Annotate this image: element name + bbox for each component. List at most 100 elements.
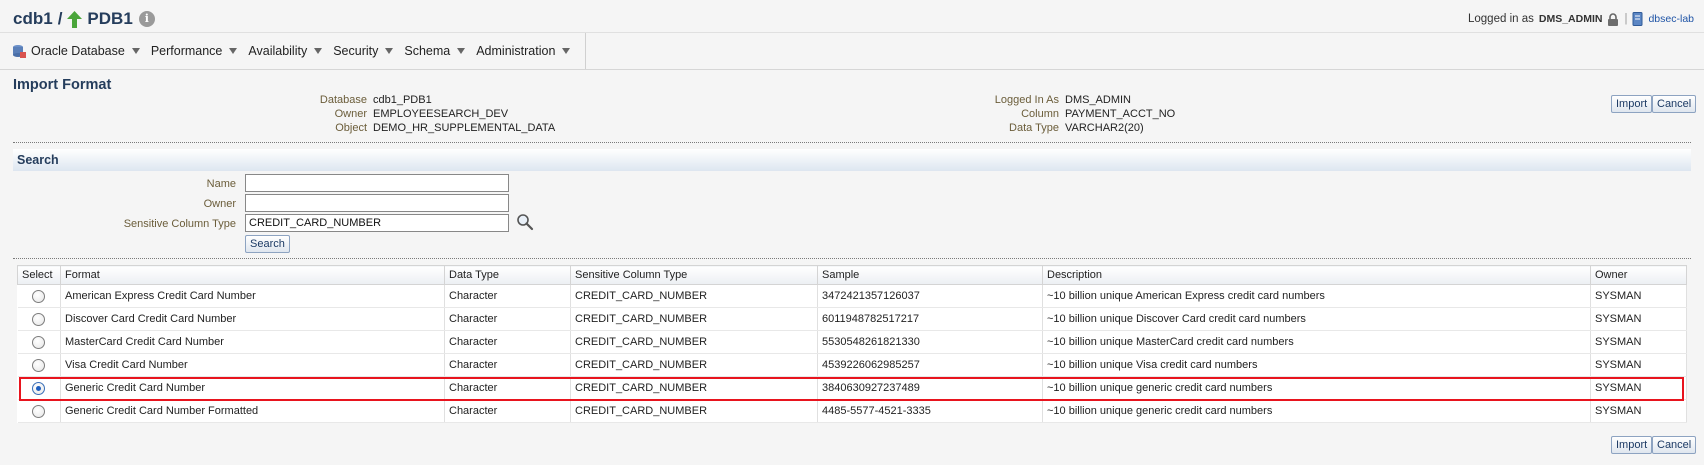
info-row: Column PAYMENT_ACCT_NO	[940, 108, 1175, 120]
menu-administration[interactable]: Administration	[476, 44, 571, 58]
cell-format: Generic Credit Card Number Formatted	[60, 399, 445, 423]
info-key: Database	[319, 94, 367, 106]
info-key: Object	[335, 122, 367, 134]
header-divider: |	[1624, 13, 1628, 25]
info-row: Data Type VARCHAR2(20)	[940, 122, 1144, 134]
column-header-select[interactable]: Select	[17, 265, 61, 285]
cell-data-type: Character	[444, 399, 571, 423]
database-icon	[12, 44, 27, 59]
select-cell	[17, 353, 61, 377]
table-row[interactable]: American Express Credit Card Number Chara…	[17, 284, 1687, 308]
menu-schema[interactable]: Schema	[404, 44, 466, 58]
select-radio[interactable]	[32, 381, 46, 395]
select-radio[interactable]	[32, 289, 46, 303]
menu-security[interactable]: Security	[333, 44, 394, 58]
info-key: Logged In As	[994, 94, 1059, 106]
section-divider	[13, 258, 1691, 259]
info-value: PAYMENT_ACCT_NO	[1065, 108, 1176, 120]
search-icon[interactable]	[516, 213, 534, 231]
cell-format: Discover Card Credit Card Number	[60, 307, 445, 331]
select-cell	[17, 284, 61, 308]
menu-availability[interactable]: Availability	[248, 44, 323, 58]
select-cell	[17, 330, 61, 354]
column-header-sample[interactable]: Sample	[817, 265, 1043, 285]
import-button[interactable]: Import	[1611, 95, 1653, 113]
cell-description: ~10 billion unique MasterCard credit car…	[1042, 330, 1591, 354]
cancel-button-bottom[interactable]: Cancel	[1652, 436, 1697, 454]
table-row[interactable]: Visa Credit Card Number Character CREDIT_C…	[17, 353, 1687, 377]
section-divider	[13, 142, 1691, 143]
menubar: Oracle Database Performance Availability Se…	[0, 32, 1704, 70]
info-row: Database cdb1_PDB1	[240, 94, 432, 106]
search-button[interactable]: Search	[245, 235, 290, 253]
cell-sample: 3840630927237489	[817, 376, 1043, 400]
info-key: Data Type	[1009, 122, 1059, 134]
column-header-data-type[interactable]: Data Type	[444, 265, 571, 285]
select-cell	[17, 376, 61, 400]
column-header-description[interactable]: Description	[1042, 265, 1591, 285]
host-link[interactable]: dbsec-lab	[1648, 13, 1694, 25]
chevron-down-icon	[457, 48, 466, 54]
cell-format: MasterCard Credit Card Number	[60, 330, 445, 354]
search-section-header: Search	[13, 149, 1691, 171]
cell-format: Visa Credit Card Number	[60, 353, 445, 377]
chevron-down-icon	[562, 48, 571, 54]
column-header-format[interactable]: Format	[60, 265, 445, 285]
cell-owner: SYSMAN	[1590, 307, 1687, 331]
cell-owner: SYSMAN	[1590, 376, 1687, 400]
cell-owner: SYSMAN	[1590, 284, 1687, 308]
owner-field-label: Owner	[203, 198, 236, 210]
menu-label: Administration	[476, 44, 556, 58]
cell-description: ~10 billion unique generic credit card n…	[1042, 376, 1591, 400]
cell-owner: SYSMAN	[1590, 399, 1687, 423]
info-value: VARCHAR2(20)	[1065, 122, 1144, 134]
sensitive-column-type-label: Sensitive Column Type	[123, 218, 236, 230]
cell-sensitive-type: CREDIT_CARD_NUMBER	[570, 307, 818, 331]
sensitive-column-type-field[interactable]	[245, 214, 509, 232]
cell-sample: 5530548261821330	[817, 330, 1043, 354]
format-results-table: Select Format Data Type Sensitive Column Ty…	[17, 265, 1687, 423]
cell-sample: 4539226062985257	[817, 353, 1043, 377]
cell-description: ~10 billion unique generic credit card n…	[1042, 399, 1591, 423]
breadcrumb-title: cdb1 / PDB1 i	[13, 9, 155, 29]
select-radio[interactable]	[32, 335, 46, 349]
import-button-bottom[interactable]: Import	[1611, 436, 1653, 454]
menu-label: Performance	[150, 44, 223, 58]
column-header-sensitive-column-type[interactable]: Sensitive Column Type	[570, 265, 818, 285]
cell-data-type: Character	[444, 307, 571, 331]
menu-performance[interactable]: Performance	[151, 44, 238, 58]
cancel-button[interactable]: Cancel	[1652, 95, 1697, 113]
table-row[interactable]: MasterCard Credit Card Number Character CR…	[17, 330, 1687, 354]
cell-sample: 6011948782517217	[817, 307, 1043, 331]
table-row[interactable]: Discover Card Credit Card Number Characte…	[17, 307, 1687, 331]
info-row: Logged In As DMS_ADMIN	[940, 94, 1131, 106]
info-row: Owner EMPLOYEESEARCH_DEV	[240, 108, 509, 120]
column-header-owner[interactable]: Owner	[1590, 265, 1687, 285]
cell-format: Generic Credit Card Number	[60, 376, 445, 400]
menu-oracle-database[interactable]: Oracle Database	[12, 44, 140, 59]
page-title: Import Format	[13, 77, 112, 93]
lock-icon[interactable]	[1607, 12, 1619, 26]
cell-description: ~10 billion unique Visa credit card numb…	[1042, 353, 1591, 377]
chevron-down-icon	[131, 48, 140, 54]
info-icon[interactable]: i	[138, 11, 155, 27]
select-radio[interactable]	[32, 404, 46, 418]
select-radio[interactable]	[32, 312, 46, 326]
cell-format: American Express Credit Card Number	[60, 284, 445, 308]
cell-owner: SYSMAN	[1590, 330, 1687, 354]
info-value: DEMO_HR_SUPPLEMENTAL_DATA	[373, 122, 556, 134]
container-name[interactable]: cdb1	[13, 9, 53, 29]
owner-field[interactable]	[245, 194, 509, 212]
cell-sample: 4485-5577-4521-3335	[817, 399, 1043, 423]
table-row[interactable]: Generic Credit Card Number Character CREDI…	[17, 376, 1687, 400]
name-field[interactable]	[245, 174, 509, 192]
pdb-name: PDB1	[87, 9, 133, 28]
info-value: EMPLOYEESEARCH_DEV	[373, 108, 509, 120]
select-radio[interactable]	[32, 358, 46, 372]
cell-data-type: Character	[444, 284, 571, 308]
search-section-title: Search	[17, 153, 59, 167]
table-row[interactable]: Generic Credit Card Number Formatted Char…	[17, 399, 1687, 423]
cell-sensitive-type: CREDIT_CARD_NUMBER	[570, 330, 818, 354]
cell-description: ~10 billion unique American Express cred…	[1042, 284, 1591, 308]
select-cell	[17, 399, 61, 423]
